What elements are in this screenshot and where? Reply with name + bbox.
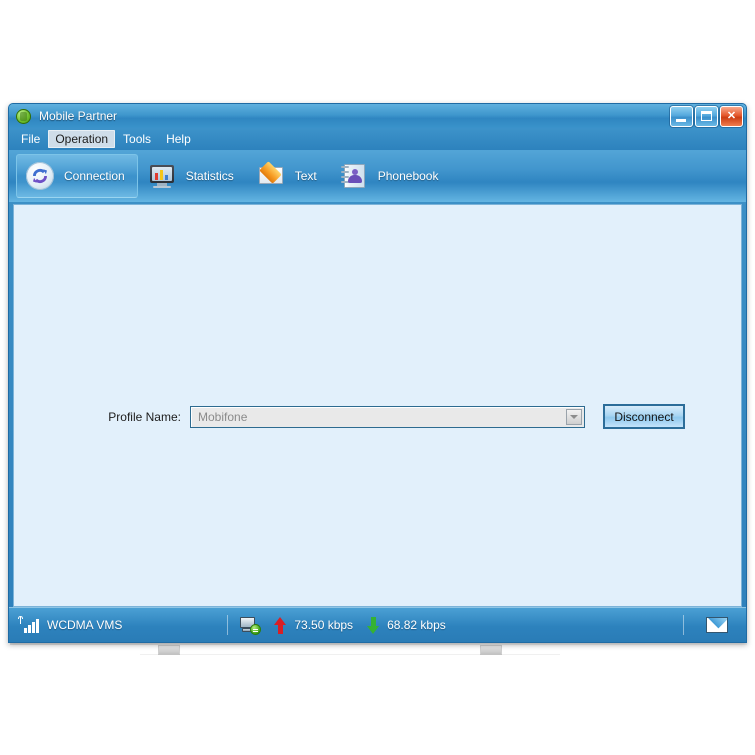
toolbar-button-phonebook[interactable]: Phonebook (330, 154, 452, 198)
chevron-down-glyph (570, 414, 578, 419)
close-button[interactable]: ✕ (720, 106, 743, 127)
profile-row: Profile Name: Mobifone Disconnect (89, 404, 685, 429)
disconnect-button[interactable]: Disconnect (603, 404, 685, 429)
title-bar[interactable]: Mobile Partner ✕ (9, 104, 746, 128)
menu-item-tools[interactable]: Tools (116, 130, 158, 148)
toolbar-button-connection[interactable]: Connection (16, 154, 138, 198)
connected-device-icon (240, 616, 262, 635)
status-separator-1 (227, 615, 229, 635)
mobile-partner-window: Mobile Partner ✕ File Operation Tools He… (8, 103, 747, 643)
toolbar-button-statistics[interactable]: Statistics (138, 154, 247, 198)
window-controls: ✕ (670, 106, 743, 127)
statistics-monitor-icon (148, 162, 176, 190)
window-title: Mobile Partner (39, 109, 118, 123)
minimize-icon (676, 119, 686, 122)
connection-panel: Profile Name: Mobifone Disconnect (13, 204, 742, 607)
status-separator-2 (682, 615, 684, 635)
profile-name-value: Mobifone (198, 409, 248, 424)
menu-item-operation[interactable]: Operation (48, 130, 116, 148)
minimize-button[interactable] (670, 106, 693, 127)
mail-flap (707, 618, 727, 632)
upload-speed: 73.50 kbps (294, 618, 354, 632)
network-label: WCDMA VMS (47, 618, 123, 632)
mobile-partner-icon (16, 108, 31, 124)
window-drop-shadow (10, 643, 747, 645)
download-speed: 68.82 kbps (387, 618, 446, 632)
signal-bars-icon (18, 616, 39, 633)
menu-bar: File Operation Tools Help (9, 128, 746, 150)
menu-item-help[interactable]: Help (159, 130, 198, 148)
main-toolbar: Connection Statistics Text Phonebook (9, 150, 746, 202)
maximize-icon (701, 111, 712, 121)
phonebook-icon (340, 162, 368, 190)
toolbar-label-phonebook: Phonebook (377, 169, 439, 183)
text-envelope-icon (257, 161, 285, 190)
arrow-down-icon (367, 616, 380, 634)
status-bar: WCDMA VMS 73.50 kbps 68.82 kbps (9, 607, 746, 642)
screen-root: Mobile Partner ✕ File Operation Tools He… (0, 0, 755, 755)
background-divider-line (140, 654, 560, 655)
arrow-up-icon (274, 616, 287, 634)
mail-envelope-icon[interactable] (705, 617, 728, 633)
connection-sync-icon (26, 162, 54, 190)
chevron-down-icon[interactable] (566, 408, 582, 425)
toolbar-label-statistics: Statistics (185, 169, 234, 183)
maximize-button[interactable] (695, 106, 718, 127)
profile-name-label: Profile Name: (108, 409, 181, 424)
menu-item-file[interactable]: File (14, 130, 47, 148)
close-icon: ✕ (726, 110, 737, 122)
toolbar-button-text[interactable]: Text (247, 154, 330, 198)
toolbar-label-connection: Connection (64, 169, 125, 183)
toolbar-label-text: Text (294, 169, 317, 183)
profile-name-select[interactable]: Mobifone (190, 405, 585, 428)
